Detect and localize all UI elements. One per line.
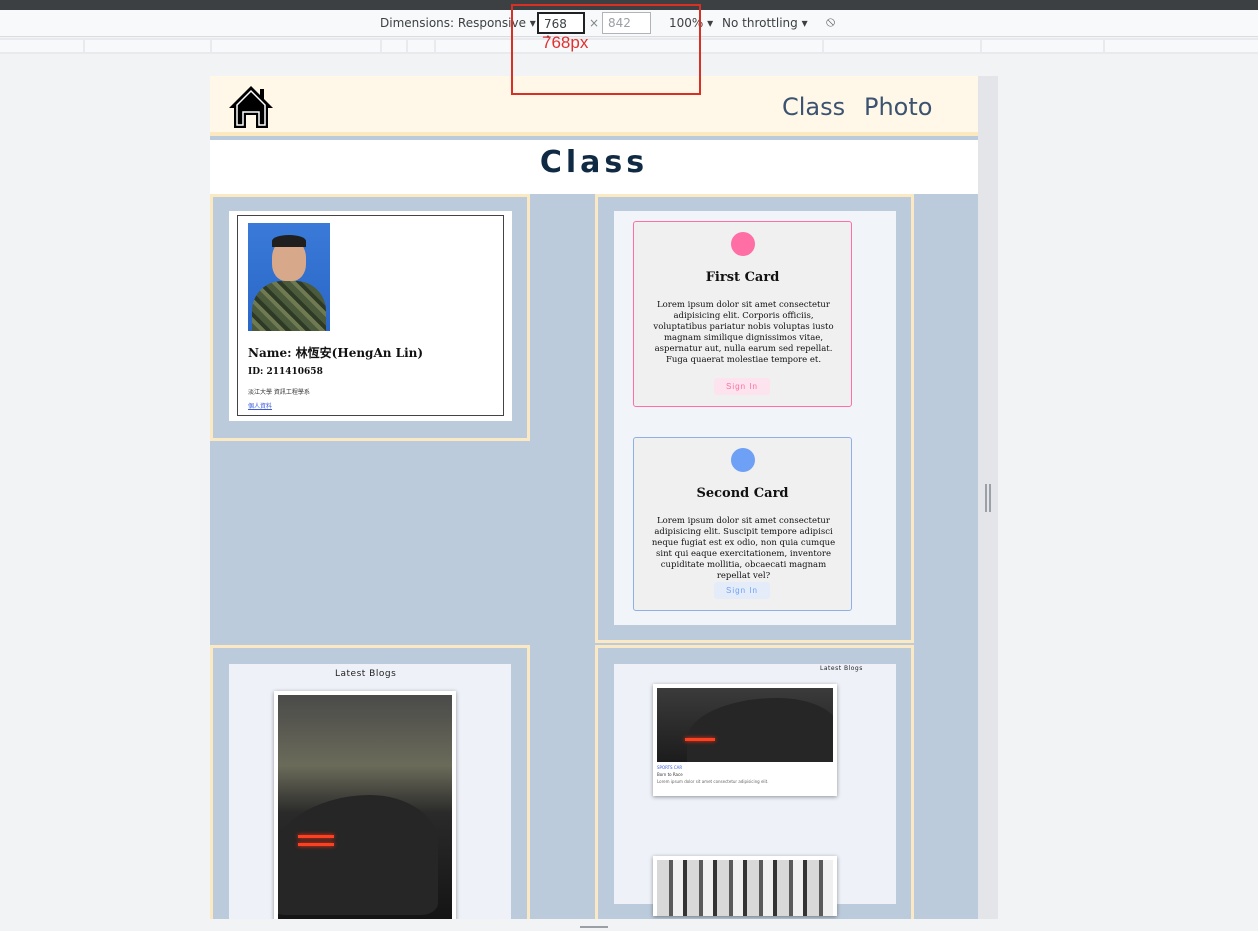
page-title: Class — [539, 145, 649, 180]
profile-dept: 淡江大學 資訊工程學系 — [248, 389, 310, 396]
second-card: Second Card Lorem ipsum dolor sit amet c… — [633, 437, 852, 611]
first-card-text: Lorem ipsum dolor sit amet consectetur a… — [653, 300, 834, 365]
device-toolbar: Dimensions: Responsive ▾ 768 ⇕ × 842 100… — [0, 10, 1258, 45]
home-icon[interactable] — [227, 84, 275, 130]
blog-card-left[interactable] — [274, 691, 456, 919]
blogs-panel-right: Latest Blogs SPORTS CAR Born to Race Lor… — [595, 645, 914, 919]
nav-link-photo[interactable]: Photo — [864, 93, 932, 121]
blogs-panel-left: Latest Blogs — [210, 645, 530, 919]
car-photo-right — [657, 688, 833, 762]
first-card-signin-button[interactable]: Sign In — [714, 378, 770, 395]
profile-name: Name: 林恆安(HengAn Lin) — [248, 346, 424, 360]
blog-post-tag: SPORTS CAR — [657, 765, 683, 770]
media-query-ruler[interactable] — [0, 38, 1258, 54]
car-photo-left — [278, 695, 452, 919]
height-input[interactable]: 842 — [602, 12, 651, 34]
page-title-bar: Class — [210, 140, 978, 194]
window-top-bar — [0, 0, 1258, 10]
blog-card-right-1[interactable]: SPORTS CAR Born to Race Lorem ipsum dolo… — [653, 684, 837, 796]
blogs-container-left: Latest Blogs — [229, 664, 511, 919]
blogs-left-title: Latest Blogs — [335, 669, 397, 679]
resize-handle-bottom[interactable] — [580, 926, 608, 928]
profile-photo — [248, 223, 330, 331]
profile-panel: Name: 林恆安(HengAn Lin) ID: 211410658 淡江大學… — [210, 194, 530, 441]
width-input[interactable]: 768 ⇕ — [537, 12, 585, 45]
throttling-dropdown[interactable]: No throttling ▾ — [722, 16, 808, 30]
blogs-right-title: Latest Blogs — [820, 665, 863, 672]
blog-post-text: Lorem ipsum dolor sit amet consectetur a… — [657, 779, 769, 784]
second-card-signin-button[interactable]: Sign In — [714, 582, 770, 599]
zoom-dropdown[interactable]: 100% ▾ — [669, 16, 713, 30]
times-sign: × — [589, 16, 600, 30]
width-value: 768 — [544, 17, 567, 31]
emulated-viewport: Class Photo Class Name: 林恆安(HengAn Lin) … — [210, 76, 978, 919]
second-card-title: Second Card — [696, 486, 789, 501]
cards-panel: First Card Lorem ipsum dolor sit amet co… — [595, 194, 914, 643]
blog-card-right-2[interactable] — [653, 856, 837, 916]
throttling-label: No throttling — [722, 16, 798, 30]
profile-id: ID: 211410658 — [248, 367, 323, 377]
second-card-text: Lorem ipsum dolor sit amet consectetur a… — [651, 516, 836, 581]
profile-card: Name: 林恆安(HengAn Lin) ID: 211410658 淡江大學… — [229, 211, 512, 421]
cards-container: First Card Lorem ipsum dolor sit amet co… — [614, 211, 896, 625]
zoom-label: 100% — [669, 16, 704, 30]
rotate-icon[interactable]: ⦸ — [826, 14, 835, 30]
first-card: First Card Lorem ipsum dolor sit amet co… — [633, 221, 852, 407]
profile-link[interactable]: 個人資料 — [248, 401, 272, 410]
width-overlay-label: 768px — [542, 33, 589, 52]
resize-handle-right[interactable] — [985, 484, 991, 512]
first-card-dot — [731, 232, 755, 256]
first-card-title: First Card — [705, 270, 780, 285]
site-navbar: Class Photo — [210, 76, 978, 136]
fashion-photo-right — [657, 860, 833, 916]
dimensions-dropdown[interactable]: Dimensions: Responsive ▾ — [380, 16, 536, 30]
blog-post-title: Born to Race — [657, 772, 683, 777]
blogs-container-right: Latest Blogs SPORTS CAR Born to Race Lor… — [614, 664, 896, 916]
dimensions-label: Dimensions: Responsive — [380, 16, 526, 30]
nav-link-class[interactable]: Class — [782, 93, 845, 121]
second-card-dot — [731, 448, 755, 472]
